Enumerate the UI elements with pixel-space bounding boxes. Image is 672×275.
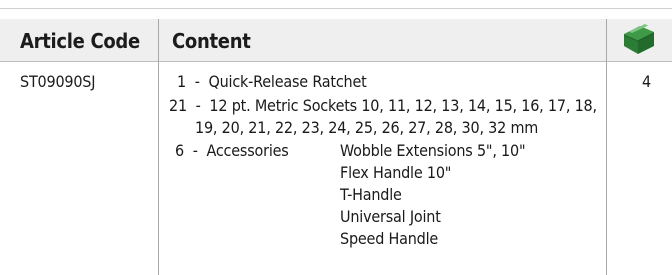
product-content-table: Article Code Content ST09090SJ 4 1 - Qui… — [0, 0, 672, 275]
top-divider — [0, 8, 672, 9]
item-count: 21 — [169, 96, 187, 115]
list-item: 1 - Quick-Release Ratchet — [177, 72, 367, 91]
column-divider-1 — [158, 19, 159, 275]
box-icon — [624, 24, 654, 54]
accessory-item: Flex Handle 10" — [340, 163, 452, 182]
item-count: 6 — [175, 141, 184, 160]
header-content: Content — [172, 29, 251, 53]
accessory-item: T-Handle — [340, 185, 402, 204]
header-divider — [0, 61, 672, 62]
list-item: 21 - 12 pt. Metric Sockets 10, 11, 12, 1… — [169, 96, 597, 115]
article-code-value: ST09090SJ — [20, 72, 96, 91]
accessory-item: Speed Handle — [340, 229, 439, 248]
item-count: 1 — [177, 72, 186, 91]
item-text: Quick-Release Ratchet — [208, 72, 367, 91]
list-item: 6 - Accessories — [175, 141, 289, 160]
item-text-continued: 19, 20, 21, 22, 23, 24, 25, 26, 27, 28, … — [195, 118, 539, 137]
accessory-item: Universal Joint — [340, 207, 441, 226]
item-text: Accessories — [206, 141, 289, 160]
quantity-value: 4 — [642, 72, 651, 91]
accessory-item: Wobble Extensions 5", 10" — [340, 141, 526, 160]
column-divider-2 — [606, 19, 607, 275]
header-article-code: Article Code — [20, 29, 140, 53]
item-text: 12 pt. Metric Sockets 10, 11, 12, 13, 14… — [209, 96, 597, 115]
